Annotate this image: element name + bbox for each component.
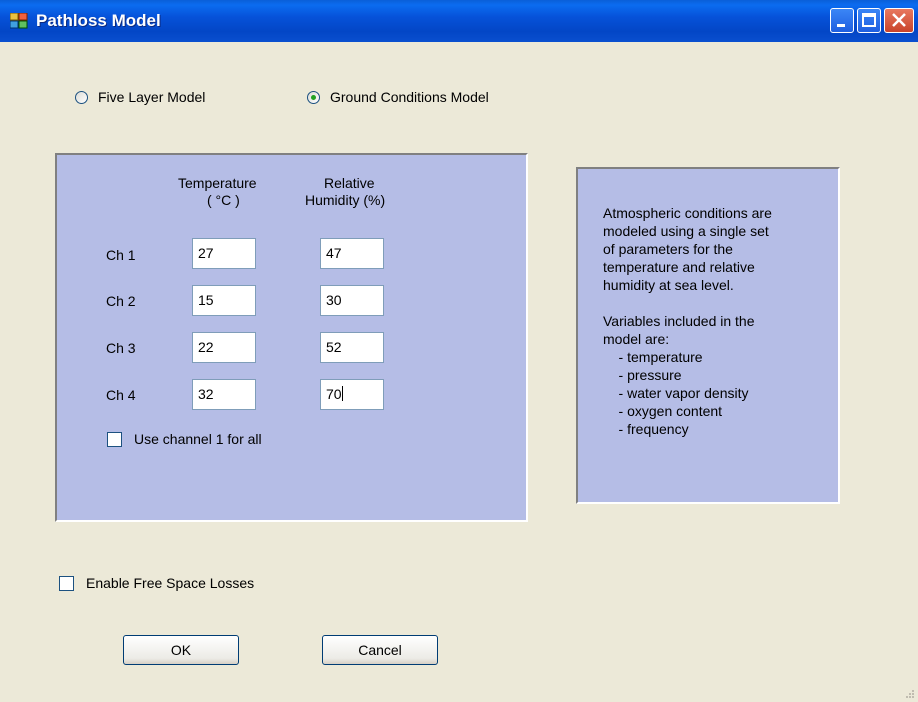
- channel-3-humidity-input[interactable]: 52: [320, 332, 384, 363]
- enable-free-space-losses-checkbox[interactable]: [59, 576, 74, 591]
- channel-2-temperature-input[interactable]: 15: [192, 285, 256, 316]
- minimize-icon: [837, 24, 845, 27]
- ground-conditions-model-label[interactable]: Ground Conditions Model: [330, 89, 489, 105]
- temperature-header: Temperature: [178, 175, 257, 191]
- window-title: Pathloss Model: [36, 11, 161, 30]
- maximize-button[interactable]: [857, 8, 881, 33]
- channel-4-temperature-input[interactable]: 32: [192, 379, 256, 410]
- channel-3-temperature-input[interactable]: 22: [192, 332, 256, 363]
- ground-conditions-model-radio[interactable]: [307, 91, 320, 104]
- resize-grip-icon[interactable]: [904, 688, 914, 698]
- humidity-header: Relative: [324, 175, 375, 191]
- channel-2-label: Ch 2: [106, 293, 136, 309]
- maximize-icon: [862, 13, 876, 27]
- channel-2-humidity-input[interactable]: 30: [320, 285, 384, 316]
- humidity-unit: Humidity (%): [305, 192, 386, 208]
- channel-3-label: Ch 3: [106, 340, 136, 356]
- use-channel-1-checkbox[interactable]: [107, 432, 122, 447]
- use-channel-1-label[interactable]: Use channel 1 for all: [134, 431, 262, 447]
- five-layer-model-radio[interactable]: [75, 91, 88, 104]
- minimize-button[interactable]: [830, 8, 854, 33]
- cancel-button[interactable]: Cancel: [322, 635, 438, 665]
- channels-panel: [55, 153, 528, 522]
- radio-selected-dot: [311, 95, 316, 100]
- title-bar[interactable]: Pathloss Model: [0, 0, 918, 42]
- close-button[interactable]: [884, 8, 914, 33]
- enable-free-space-losses-label[interactable]: Enable Free Space Losses: [86, 575, 254, 591]
- channel-1-humidity-input[interactable]: 47: [320, 238, 384, 269]
- close-icon: [892, 13, 906, 27]
- channel-4-humidity-value: 70: [326, 386, 342, 402]
- channel-1-label: Ch 1: [106, 247, 136, 263]
- text-caret: [341, 386, 343, 401]
- channel-1-temperature-input[interactable]: 27: [192, 238, 256, 269]
- channel-4-humidity-input[interactable]: 70: [320, 379, 384, 410]
- info-description: Atmospheric conditions are modeled using…: [603, 205, 772, 437]
- ok-button[interactable]: OK: [123, 635, 239, 665]
- app-icon: [10, 13, 28, 29]
- temperature-unit: ( °C ): [207, 192, 240, 208]
- five-layer-model-label[interactable]: Five Layer Model: [98, 89, 205, 105]
- channel-4-label: Ch 4: [106, 387, 136, 403]
